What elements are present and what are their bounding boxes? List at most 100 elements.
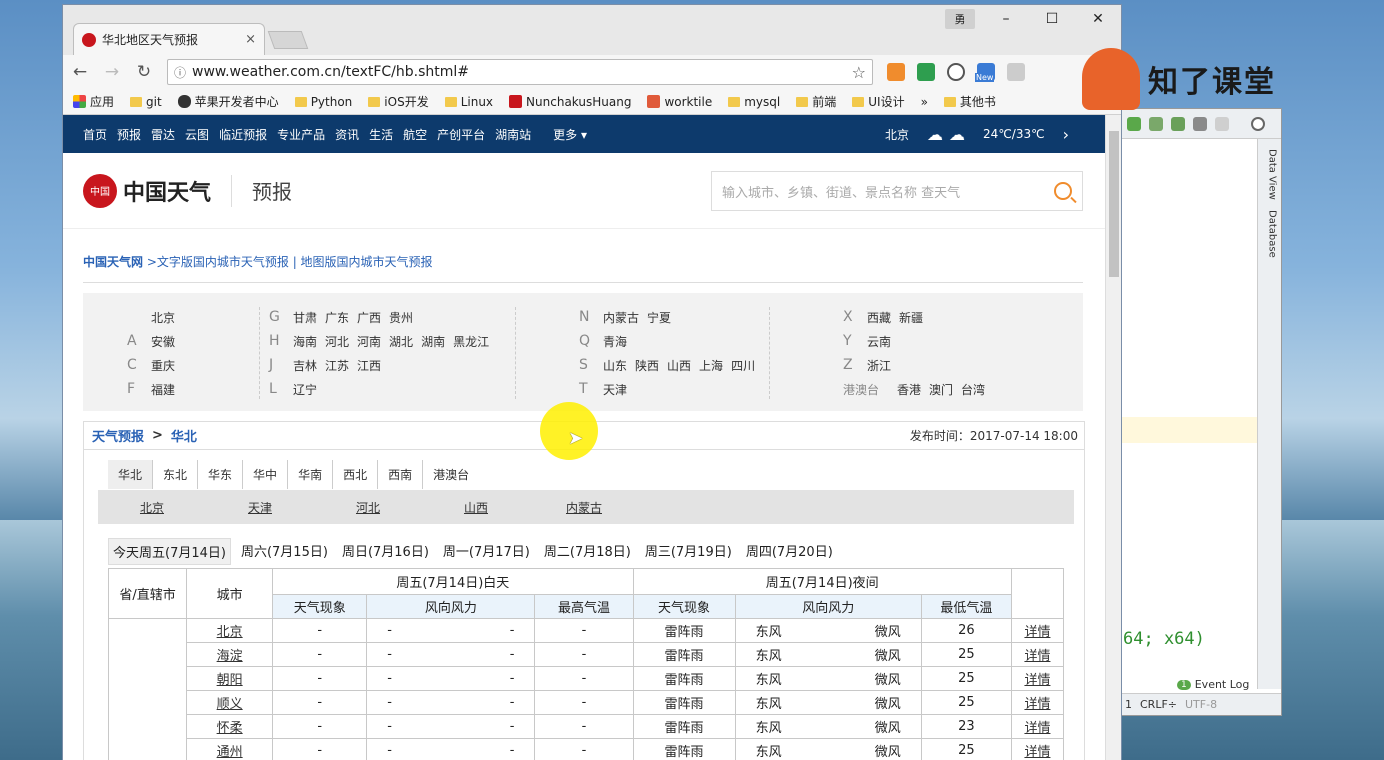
- area-tab[interactable]: 西北: [333, 460, 379, 489]
- province-link[interactable]: 新疆: [899, 309, 923, 326]
- bookmark-git[interactable]: git: [130, 95, 162, 109]
- province-link[interactable]: 内蒙古: [603, 309, 639, 326]
- extension-ext1-icon[interactable]: [887, 63, 905, 81]
- nav-city[interactable]: 北京: [885, 126, 909, 143]
- province-tab[interactable]: 内蒙古: [530, 499, 638, 516]
- province-link[interactable]: 福建: [151, 381, 175, 398]
- province-link[interactable]: 宁夏: [647, 309, 671, 326]
- province-link[interactable]: 广西: [357, 309, 381, 326]
- bookmark-frontend[interactable]: 前端: [796, 93, 836, 110]
- breadcrumb-home[interactable]: 中国天气网: [83, 255, 143, 269]
- province-link[interactable]: 吉林: [293, 357, 317, 374]
- status-line-sep[interactable]: CRLF÷: [1140, 698, 1177, 711]
- province-link[interactable]: 四川: [731, 357, 755, 374]
- bookmarks-overflow-button[interactable]: »: [921, 95, 928, 109]
- nav-link[interactable]: 雷达: [151, 126, 175, 143]
- detail-link[interactable]: 详情: [1024, 649, 1050, 664]
- user-badge[interactable]: 勇: [945, 9, 975, 29]
- status-encoding[interactable]: UTF-8: [1185, 698, 1217, 711]
- info-icon[interactable]: ⓘ: [174, 64, 186, 81]
- tab-weather[interactable]: 华北地区天气预报 ×: [73, 23, 265, 55]
- nav-link[interactable]: 资讯: [335, 126, 359, 143]
- day-tab[interactable]: 周日(7月16日): [338, 538, 433, 565]
- province-link[interactable]: 香港: [897, 381, 921, 398]
- province-link[interactable]: 贵州: [389, 309, 413, 326]
- province-link[interactable]: 重庆: [151, 357, 175, 374]
- search-icon[interactable]: [1251, 116, 1265, 131]
- area-tab[interactable]: 西南: [378, 460, 424, 489]
- bookmark-apps[interactable]: 应用: [73, 93, 114, 110]
- forecast-crumb-link[interactable]: 天气预报: [92, 426, 144, 445]
- extension-x-icon[interactable]: [1007, 63, 1025, 81]
- province-link[interactable]: 甘肃: [293, 309, 317, 326]
- city-link[interactable]: 朝阳: [217, 673, 243, 688]
- profile-icon[interactable]: [1171, 116, 1185, 131]
- province-link[interactable]: 浙江: [867, 357, 891, 374]
- city-search[interactable]: 输入城市、乡镇、街道、景点名称 查天气: [711, 171, 1083, 211]
- event-log[interactable]: 1 Event Log: [1177, 678, 1249, 691]
- maximize-button[interactable]: ☐: [1029, 5, 1075, 33]
- bookmark-nunchakus[interactable]: NunchakusHuang: [509, 95, 631, 109]
- province-link[interactable]: 黑龙江: [453, 333, 489, 350]
- address-bar[interactable]: ⓘ www.weather.com.cn/textFC/hb.shtml# ☆: [167, 59, 873, 85]
- extension-shield-icon[interactable]: [917, 63, 935, 81]
- bookmark-other[interactable]: 其他书: [943, 93, 996, 110]
- day-tab[interactable]: 周六(7月15日): [237, 538, 332, 565]
- detail-link[interactable]: 详情: [1024, 673, 1050, 688]
- province-link[interactable]: 上海: [699, 357, 723, 374]
- bookmark-python[interactable]: Python: [294, 95, 352, 109]
- site-logo[interactable]: 中国 中国天气 预报: [83, 173, 292, 208]
- day-tab[interactable]: 周二(7月18日): [540, 538, 635, 565]
- bookmark-worktile[interactable]: worktile: [647, 95, 712, 109]
- detail-link[interactable]: 详情: [1024, 697, 1050, 712]
- province-link[interactable]: 陕西: [635, 357, 659, 374]
- bookmark-ios[interactable]: iOS开发: [368, 93, 429, 110]
- province-link[interactable]: 天津: [603, 381, 627, 398]
- page-scrollbar[interactable]: [1105, 115, 1121, 760]
- nav-link[interactable]: 首页: [83, 126, 107, 143]
- close-button[interactable]: ✕: [1075, 5, 1121, 33]
- bookmark-linux[interactable]: Linux: [444, 95, 493, 109]
- province-link[interactable]: 安徽: [151, 333, 175, 350]
- bookmark-apple[interactable]: 苹果开发者中心: [177, 93, 279, 110]
- province-link[interactable]: 北京: [151, 309, 175, 326]
- province-link[interactable]: 青海: [603, 333, 627, 350]
- province-link[interactable]: 湖南: [421, 333, 445, 350]
- province-link[interactable]: 江苏: [325, 357, 349, 374]
- province-link[interactable]: 河南: [357, 333, 381, 350]
- city-link[interactable]: 顺义: [217, 697, 243, 712]
- breadcrumb-rest[interactable]: >文字版国内城市天气预报 | 地图版国内城市天气预报: [143, 255, 433, 269]
- nav-link[interactable]: 湖南站: [495, 126, 531, 143]
- area-tab[interactable]: 东北: [153, 460, 199, 489]
- extension-sync-icon[interactable]: [947, 63, 965, 81]
- day-tab[interactable]: 周四(7月20日): [742, 538, 837, 565]
- nav-link[interactable]: 预报: [117, 126, 141, 143]
- bookmark-star-icon[interactable]: ☆: [852, 63, 866, 82]
- nav-link[interactable]: 云图: [185, 126, 209, 143]
- coverage-icon[interactable]: [1149, 116, 1163, 131]
- detail-link[interactable]: 详情: [1024, 745, 1050, 760]
- city-link[interactable]: 海淀: [217, 649, 243, 664]
- area-tab[interactable]: 华北: [108, 460, 154, 489]
- url-text[interactable]: www.weather.com.cn/textFC/hb.shtml#: [192, 64, 846, 80]
- bookmark-ui[interactable]: UI设计: [852, 93, 905, 110]
- minimize-button[interactable]: –: [983, 5, 1029, 33]
- city-link[interactable]: 通州: [217, 745, 243, 760]
- province-link[interactable]: 海南: [293, 333, 317, 350]
- forward-arrow-icon[interactable]: →: [103, 62, 121, 82]
- day-tab[interactable]: 周三(7月19日): [641, 538, 736, 565]
- province-link[interactable]: 河北: [325, 333, 349, 350]
- search-icon[interactable]: [1054, 182, 1072, 200]
- tab-close-icon[interactable]: ×: [245, 32, 256, 47]
- area-tab[interactable]: 华中: [243, 460, 289, 489]
- bookmark-mysql[interactable]: mysql: [728, 95, 780, 109]
- database-tab[interactable]: Database: [1262, 210, 1278, 258]
- province-tab[interactable]: 天津: [206, 499, 314, 516]
- province-link[interactable]: 西藏: [867, 309, 891, 326]
- debug-icon[interactable]: [1127, 116, 1141, 131]
- nav-link[interactable]: 专业产品: [277, 126, 325, 143]
- nav-link[interactable]: 产创平台: [437, 126, 485, 143]
- chevron-right-icon[interactable]: ›: [1063, 125, 1069, 144]
- province-link[interactable]: 江西: [357, 357, 381, 374]
- province-link[interactable]: 澳门: [929, 381, 953, 398]
